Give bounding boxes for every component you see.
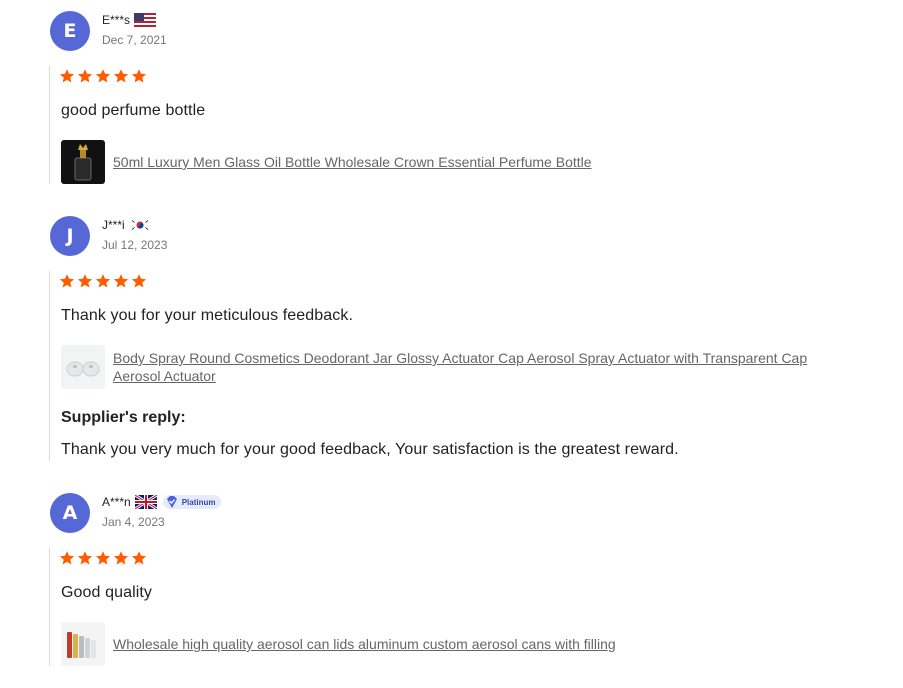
star-icon	[113, 69, 129, 83]
product-thumbnail[interactable]	[61, 622, 105, 666]
diamond-check-icon	[166, 496, 177, 508]
review-text: good perfume bottle	[61, 102, 206, 119]
review-date: Jul 12, 2023	[102, 238, 168, 252]
review-text: Thank you for your meticulous feedback.	[61, 307, 354, 324]
star-icon	[59, 551, 75, 565]
star-icon	[77, 274, 93, 288]
star-icon	[113, 551, 129, 565]
supplier-reply-label: Supplier's reply:	[61, 409, 186, 426]
reviewer-name-text: J***i	[102, 218, 125, 232]
badge-label: Platinum	[181, 497, 216, 507]
star-icon	[77, 551, 93, 565]
star-icon	[77, 69, 93, 83]
product-link[interactable]: Wholesale high quality aerosol can lids …	[61, 622, 853, 666]
reviewer-name: J***i	[102, 217, 151, 233]
rating-stars	[59, 273, 147, 289]
star-icon	[95, 69, 111, 83]
product-thumbnail[interactable]	[61, 140, 105, 184]
platinum-badge: Platinum	[162, 495, 222, 509]
rating-stars	[59, 550, 147, 566]
star-icon	[131, 69, 147, 83]
reviewer-name-text: A***n	[102, 495, 131, 509]
review-divider	[49, 66, 50, 184]
review-divider	[49, 271, 50, 461]
product-title-link[interactable]: Body Spray Round Cosmetics Deodorant Jar…	[113, 349, 853, 385]
review-date: Jan 4, 2023	[102, 515, 165, 529]
product-title-link[interactable]: 50ml Luxury Men Glass Oil Bottle Wholesa…	[113, 153, 853, 171]
review-divider	[49, 548, 50, 666]
review-text: Good quality	[61, 584, 153, 601]
reviewer-name: A***n Platinum	[102, 494, 222, 510]
avatar: J	[50, 216, 90, 256]
product-title-link[interactable]: Wholesale high quality aerosol can lids …	[113, 635, 853, 653]
star-icon	[95, 551, 111, 565]
star-icon	[113, 274, 129, 288]
product-link[interactable]: 50ml Luxury Men Glass Oil Bottle Wholesa…	[61, 140, 853, 184]
spray-cap-image	[66, 361, 100, 377]
review-date: Dec 7, 2021	[102, 33, 167, 47]
avatar: E	[50, 11, 90, 51]
avatar: A	[50, 493, 90, 533]
star-icon	[59, 274, 75, 288]
supplier-reply-text: Thank you very much for your good feedba…	[61, 441, 679, 458]
product-thumbnail[interactable]	[61, 345, 105, 389]
rating-stars	[59, 68, 147, 84]
product-link[interactable]: Body Spray Round Cosmetics Deodorant Jar…	[61, 345, 853, 389]
reviewer-name-text: E***s	[102, 13, 131, 27]
aerosol-cans-image	[67, 632, 96, 658]
kr-flag-icon	[128, 218, 151, 232]
gb-flag-icon	[134, 495, 157, 509]
star-icon	[131, 551, 147, 565]
reviewer-name: E***s	[102, 12, 157, 28]
star-icon	[131, 274, 147, 288]
star-icon	[95, 274, 111, 288]
us-flag-icon	[134, 13, 157, 27]
perfume-bottle-image	[74, 144, 92, 181]
star-icon	[59, 69, 75, 83]
